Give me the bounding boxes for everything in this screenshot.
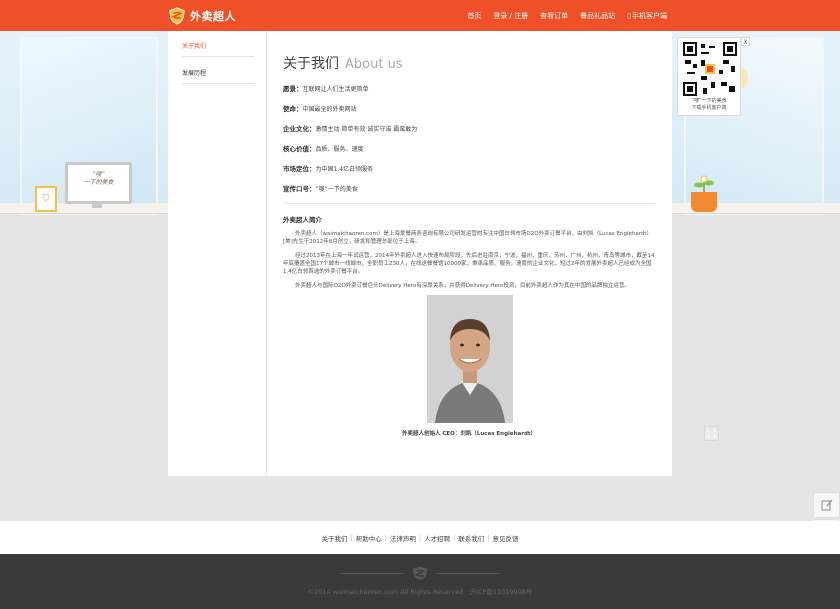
qr-close-button[interactable]: X (741, 37, 750, 46)
qr-code-popup: “嗖”一下的美食 下载手机客户端 (677, 37, 741, 116)
nav-gift-store[interactable]: 餐品礼品站 (580, 11, 615, 21)
main-content: 关于我们 About us 愿景：互联网让人们生活更简单 使命：中国最全的外卖网站… (283, 53, 655, 437)
intro-paragraph-3: 外卖超人与国际O2O外卖订餐巨头Delivery Hero有深厚关系，并获得De… (295, 283, 630, 289)
footer-link-legal[interactable]: 法律声明 (390, 533, 416, 543)
content-panel: 关于我们 发展历程 关于我们 About us 愿景：互联网让人们生活更简单 使命… (168, 31, 672, 476)
monitor-illustration: “嗖” 一下的美食 (65, 162, 132, 204)
nav-view-orders[interactable]: 查看订单 (540, 11, 568, 21)
nav-mobile-client-label: 手机客户端 (632, 11, 667, 20)
footer-link-about[interactable]: 关于我们 (321, 533, 347, 543)
monitor-text-line1: “嗖” (92, 171, 105, 178)
main-nav: 首页 登录 / 注册 查看订单 餐品礼品站 ▯手机客户端 (467, 0, 667, 31)
footer-logo-icon (412, 566, 428, 581)
logo-text: 外卖超人 (190, 10, 236, 23)
monitor-text-line2: 一下的美食 (83, 179, 114, 186)
info-value: 品质、服务、速度 (315, 146, 364, 153)
footer-divider-left (340, 573, 404, 574)
footer-link-careers[interactable]: 人才招聘 (424, 533, 450, 543)
qr-caption-line1: “嗖”一下的美食 (691, 98, 727, 104)
footer-divider-right (436, 573, 500, 574)
site-logo[interactable]: 外卖超人 (168, 6, 236, 26)
footer-link-contact[interactable]: 联系我们 (458, 533, 484, 543)
expand-icon (707, 429, 716, 438)
founder-photo (427, 295, 513, 423)
page-title: 关于我们 About us (283, 53, 655, 73)
info-key: 市场定位： (283, 165, 316, 173)
info-key: 宣传口号： (283, 185, 316, 193)
intro-paragraph-2: 经过2013年在上海一年试运营，2014年外卖超人进入快速布局阶段，先后进驻南京… (283, 253, 655, 275)
page-title-en: About us (345, 57, 403, 72)
info-row-culture: 企业文化：激情主动 简单有效 诚实守诺 霸蛮敢为 (283, 123, 655, 133)
company-info-list: 愿景：互联网让人们生活更简单 使命：中国最全的外卖网站 企业文化：激情主动 简单… (283, 83, 655, 193)
edit-icon (821, 499, 832, 511)
scroll-top-button[interactable] (704, 426, 719, 441)
intro-section-title: 外卖超人简介 (283, 216, 322, 224)
sidebar: 关于我们 发展历程 (168, 31, 267, 476)
nav-mobile-client[interactable]: ▯手机客户端 (627, 11, 667, 21)
info-row-slogan: 宣传口号：“嗖”一下的美食 (283, 183, 655, 193)
nav-home[interactable]: 首页 (467, 11, 481, 21)
copyright-text: ©2014 waimaichaoren.com All Rights Reser… (307, 588, 533, 596)
info-key: 使命： (283, 105, 303, 113)
info-key: 核心价值： (283, 145, 316, 153)
shield-logo-icon (169, 7, 185, 25)
footer-link-help[interactable]: 帮助中心 (356, 533, 382, 543)
plant-illustration (694, 175, 714, 193)
sidebar-item-history[interactable]: 发展历程 (182, 68, 254, 84)
info-key: 愿景： (283, 85, 303, 93)
intro-paragraph-1: 外卖超人（waimaichaoren.com）是上海爱餐商务咨询有限公司研发运营… (283, 231, 653, 245)
qr-caption-line2: 下载手机客户端 (691, 105, 727, 111)
nav-login-register[interactable]: 登录 / 注册 (493, 11, 528, 21)
flower-pot-illustration (691, 192, 717, 212)
info-row-core-values: 核心价值：品质、服务、速度 (283, 143, 655, 153)
monitor-stand (92, 204, 102, 208)
qr-code-icon (683, 42, 737, 96)
page-title-cn: 关于我们 (283, 56, 339, 72)
top-nav-bar: 外卖超人 首页 登录 / 注册 查看订单 餐品礼品站 ▯手机客户端 (0, 0, 840, 31)
section-divider (283, 203, 655, 204)
footer-link-feedback[interactable]: 意见反馈 (493, 533, 519, 543)
founder-portrait-illustration (427, 295, 513, 423)
info-value: 激情主动 简单有效 诚实守诺 霸蛮敢为 (315, 126, 418, 133)
shield-small-icon: ⛉ (42, 194, 50, 204)
info-row-market-position: 市场定位：为中国1.4亿白领服务 (283, 163, 655, 173)
footer-bottom: ©2014 waimaichaoren.com All Rights Reser… (0, 554, 840, 609)
info-value: 互联网让人们生活更简单 (302, 86, 369, 93)
info-value: 为中国1.4亿白领服务 (315, 166, 374, 173)
footer-links: 关于我们 | 帮助中心 | 法律声明 | 人才招聘 | 联系我们 | 意见反馈 (0, 521, 840, 554)
phone-icon: ▯ (627, 11, 631, 20)
picture-frame-illustration: ⛉ (35, 186, 57, 212)
info-value: “嗖”一下的美食 (315, 186, 358, 193)
photo-caption: 外卖超人创始人 CEO：刘凯（Lucas Englehardt） (401, 431, 537, 437)
info-value: 中国最全的外卖网站 (302, 106, 357, 113)
feedback-button[interactable] (813, 492, 840, 518)
info-key: 企业文化： (283, 125, 316, 133)
info-row-mission: 使命：中国最全的外卖网站 (283, 103, 655, 113)
info-row-vision: 愿景：互联网让人们生活更简单 (283, 83, 655, 93)
sidebar-item-about-us[interactable]: 关于我们 (182, 41, 254, 57)
